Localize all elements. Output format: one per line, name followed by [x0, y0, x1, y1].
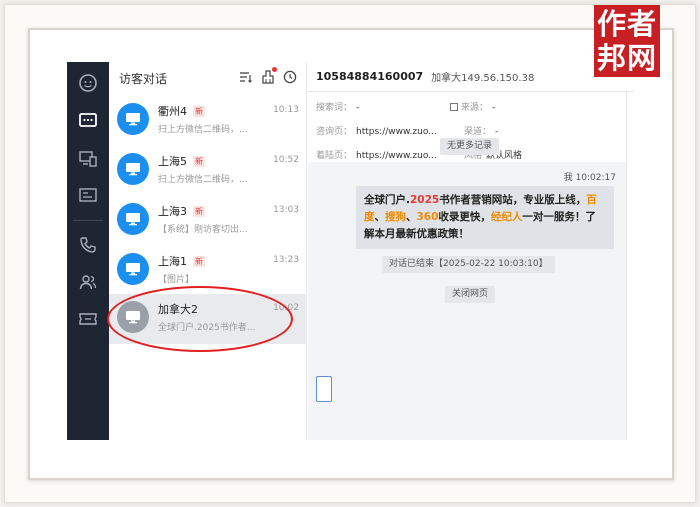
copy-icon[interactable]: [450, 103, 458, 111]
nav-rail: [67, 62, 109, 440]
visitor-name: 加拿大2: [158, 303, 198, 316]
clean-icon[interactable]: [260, 67, 277, 85]
message-area: 无更多记录 我 10:02:17 全球门户.2025书作者营销网站，专业版上线，…: [308, 138, 634, 440]
item-name-wrap: 衢州4 新: [158, 103, 205, 119]
visitor-avatar: [117, 301, 149, 333]
msg-highlight: 经纪人: [490, 211, 523, 223]
list-item[interactable]: 上海3 新 13:03 【系统】刚访客切出...: [109, 196, 307, 246]
visitor-name: 上海1: [158, 255, 187, 268]
item-time: 13:23: [273, 255, 299, 265]
notification-dot: [272, 67, 277, 72]
info-value[interactable]: https://www.zuo...: [356, 127, 437, 137]
right-edge-panel: [626, 92, 634, 440]
info-value: -: [356, 103, 360, 113]
list-toolbar: [238, 67, 298, 85]
info-label: 咨询页：: [316, 127, 353, 137]
item-preview: 扫上方微信二维码，...: [158, 175, 248, 185]
visitor-ip: 加拿大149.56.150.38: [431, 73, 535, 84]
list-item[interactable]: 上海1 新 13:23 【图片】: [109, 246, 307, 296]
card-icon[interactable]: [75, 182, 101, 208]
visitor-name: 衢州4: [158, 105, 187, 118]
history-clock-icon[interactable]: [282, 69, 298, 85]
info-search: 搜索词： -: [316, 100, 359, 114]
item-time: 13:03: [273, 205, 299, 215]
profile-icon[interactable]: [75, 70, 101, 96]
rail-divider: [73, 220, 103, 221]
msg-highlight: 搜狗: [385, 211, 406, 223]
item-time: 10:02: [273, 303, 299, 313]
users-icon[interactable]: [75, 269, 101, 295]
info-channel: 渠道： -: [464, 124, 498, 138]
visitor-name: 上海3: [158, 205, 187, 218]
item-preview: 【系统】刚访客切出...: [158, 225, 248, 235]
visitor-name: 上海5: [158, 155, 187, 168]
msg-highlight: 360: [416, 211, 439, 223]
chat-header: 10584884160007 加拿大149.56.150.38: [308, 62, 634, 92]
item-name-wrap: 上海3 新: [158, 203, 205, 219]
visitor-avatar: [117, 103, 149, 135]
input-box[interactable]: [316, 376, 332, 402]
item-preview: 【图片】: [158, 275, 195, 285]
ticket-icon[interactable]: [75, 306, 101, 332]
list-item[interactable]: 上海5 新 10:52 扫上方微信二维码，...: [109, 146, 307, 196]
item-preview: 全球门户.2025书作者...: [158, 323, 256, 333]
item-name-wrap: 上海1 新: [158, 253, 205, 269]
info-label: 着陆页：: [316, 151, 353, 161]
new-badge: 新: [193, 206, 205, 217]
message-bubble: 全球门户.2025书作者营销网站，专业版上线，百度、搜狗、360收录更快，经纪人…: [356, 186, 614, 249]
msg-highlight: 2025: [410, 194, 440, 206]
msg-text: 、: [374, 211, 386, 223]
no-more-records[interactable]: 无更多记录: [440, 138, 500, 155]
info-source: 来源： -: [450, 100, 495, 114]
msg-text: 书作者营销网站，专业版上线，: [439, 194, 587, 206]
item-preview: 扫上方微信二维码，...: [158, 125, 248, 135]
item-name-wrap: 加拿大2: [158, 301, 198, 317]
new-badge: 新: [193, 156, 205, 167]
new-badge: 新: [193, 106, 205, 117]
phone-icon[interactable]: [75, 232, 101, 258]
list-item-selected[interactable]: 加拿大2 10:02 全球门户.2025书作者...: [109, 294, 307, 344]
item-time: 10:13: [273, 105, 299, 115]
chat-icon[interactable]: [75, 108, 101, 134]
item-name-wrap: 上海5 新: [158, 153, 205, 169]
info-label: 来源：: [461, 103, 489, 113]
info-value: -: [492, 103, 496, 113]
item-time: 10:52: [273, 155, 299, 165]
msg-text: 、: [406, 211, 417, 223]
visitor-id: 10584884160007: [316, 70, 424, 83]
sort-icon[interactable]: [238, 69, 254, 85]
message-meta: 我 10:02:17: [563, 173, 616, 183]
brand-logo: 作者 邦网: [594, 5, 660, 77]
brand-line-1: 作者: [596, 7, 657, 41]
info-label: 搜索词：: [316, 103, 353, 113]
conversation-list: 访客对话 衢州4 新 10:13 扫上方微信二维码，... 上海5 新 10:5…: [109, 62, 307, 440]
msg-text: 全球门户.: [364, 194, 410, 206]
new-badge: 新: [193, 256, 205, 267]
chat-panel: 10584884160007 加拿大149.56.150.38 搜索词： - 来源…: [308, 62, 634, 440]
info-landing: 着陆页： https://www.zuo...: [316, 148, 437, 162]
info-label: 渠道：: [464, 127, 492, 137]
info-value: -: [495, 127, 499, 137]
info-consult: 咨询页： https://www.zuo...: [316, 124, 437, 138]
conversation-ended: 对话已结束【2025-02-22 10:03:10】: [382, 256, 555, 273]
brand-line-2: 邦网: [596, 41, 657, 75]
visitor-avatar: [117, 203, 149, 235]
visitor-avatar: [117, 153, 149, 185]
page-closed: 关闭网页: [445, 286, 496, 303]
info-value[interactable]: https://www.zuo...: [356, 151, 437, 161]
list-item[interactable]: 衢州4 新 10:13 扫上方微信二维码，...: [109, 96, 307, 146]
devices-icon[interactable]: [75, 146, 101, 172]
visitor-avatar: [117, 253, 149, 285]
msg-text: 收录更快，: [438, 211, 491, 223]
chat-app: 访客对话 衢州4 新 10:13 扫上方微信二维码，... 上海5 新 10:5…: [67, 62, 634, 440]
